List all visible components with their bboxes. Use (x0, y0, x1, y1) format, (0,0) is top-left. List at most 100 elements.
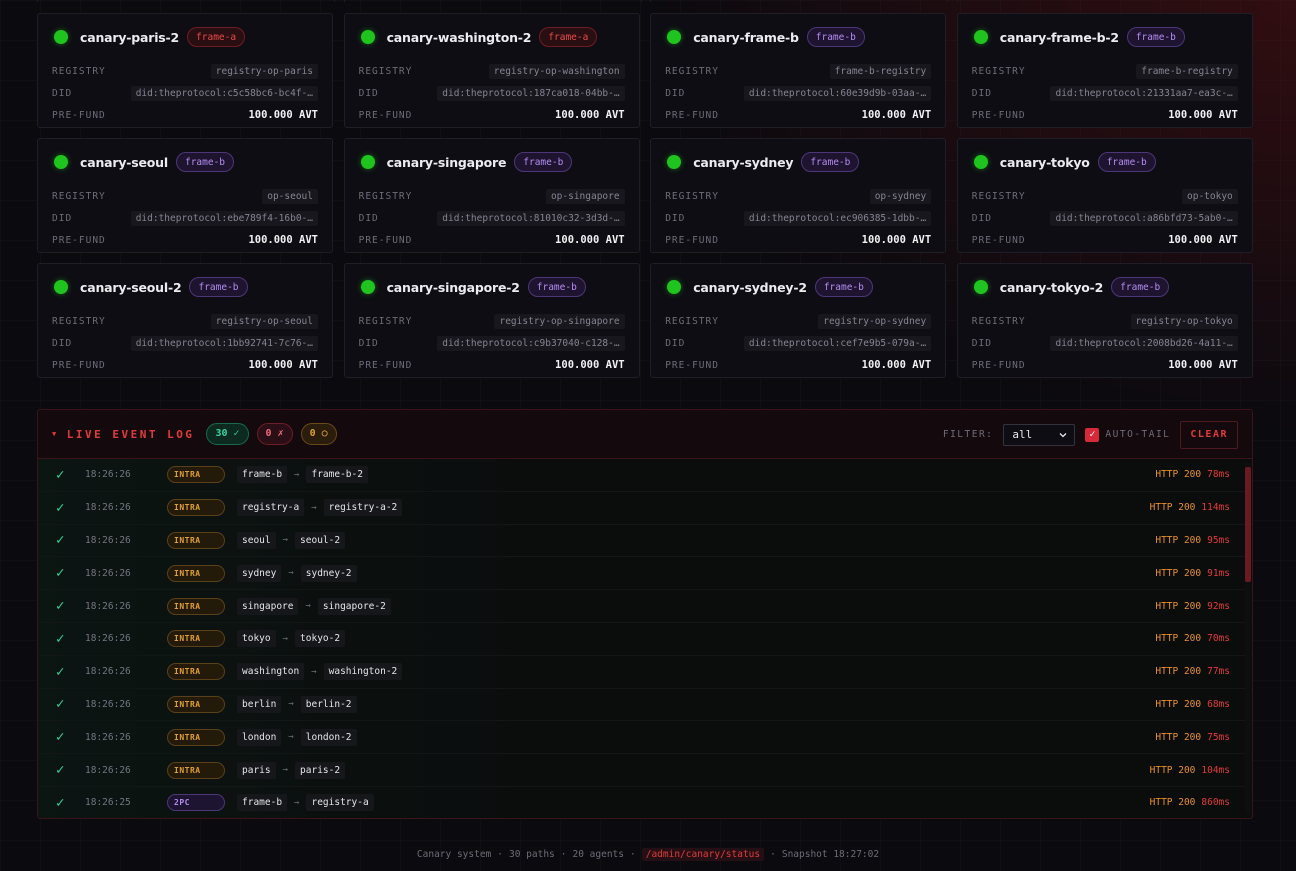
autotail-checkbox[interactable]: ✓ (1085, 427, 1100, 442)
agent-card[interactable]: canary-frame-b frame-b REGISTRY frame-b-… (650, 13, 947, 128)
event-row[interactable]: ✓ 18:26:26 INTRA berlin → berlin-2 HTTP … (38, 689, 1252, 722)
event-source: seoul (237, 531, 276, 549)
prefund-label: PRE-FUND (52, 359, 106, 371)
registry-row: REGISTRY op-seoul (52, 185, 318, 207)
did-row: DID did:theprotocol:21331aa7-ea3c-… (972, 82, 1238, 104)
prefund-row: PRE-FUND 100.000 AVT (972, 104, 1238, 126)
agent-card[interactable]: canary-washington-2 frame-a REGISTRY reg… (343, 13, 640, 128)
agent-card[interactable]: canary-tokyo-2 frame-b REGISTRY registry… (956, 263, 1253, 378)
log-title[interactable]: ▼ LIVE EVENT LOG (52, 428, 194, 441)
event-result: HTTP 200 860ms (1150, 797, 1230, 808)
event-result: HTTP 200 104ms (1150, 765, 1230, 776)
success-check-icon: ✓ (56, 696, 65, 713)
event-kind-badge: INTRA (167, 663, 225, 681)
registry-label: REGISTRY (971, 65, 1026, 77)
event-latency: 860ms (1201, 797, 1230, 809)
agent-card[interactable]: canary-frame-b-2 frame-b REGISTRY frame-… (956, 13, 1253, 128)
status-dot-icon (973, 280, 988, 294)
frame-badge: frame-b (527, 277, 586, 297)
event-row[interactable]: ✓ 18:26:26 INTRA seoul → seoul-2 HTTP 20… (38, 525, 1252, 558)
did-row: DID did:theprotocol:c9b37040-c128-… (359, 332, 625, 354)
registry-label: REGISTRY (358, 65, 413, 77)
event-latency: 91ms (1207, 567, 1230, 579)
arrow-right-icon: → (305, 601, 311, 612)
footer-agents: 20 agents (572, 849, 624, 860)
event-kind-badge: INTRA (167, 597, 225, 615)
did-value: did:theprotocol:1bb92741-7c76-… (130, 335, 318, 351)
event-row[interactable]: ✓ 18:26:26 INTRA registry-a → registry-a… (38, 492, 1252, 525)
registry-label: REGISTRY (665, 315, 719, 327)
event-kind-badge: INTRA (167, 761, 225, 779)
event-source: london (237, 728, 282, 746)
did-label: DID (358, 87, 379, 99)
agent-card[interactable]: canary-sydney-2 frame-b REGISTRY registr… (650, 263, 947, 378)
prefund-value: 100.000 AVT (248, 109, 318, 121)
footer-endpoint-link[interactable]: /admin/canary/status (641, 848, 765, 861)
registry-label: REGISTRY (52, 315, 106, 327)
event-row[interactable]: ✓ 18:26:25 2PC frame-b → registry-a HTTP… (38, 787, 1252, 818)
clear-button[interactable]: CLEAR (1180, 420, 1238, 449)
frame-badge: frame-b (806, 27, 865, 47)
event-row[interactable]: ✓ 18:26:26 INTRA singapore → singapore-2… (38, 590, 1252, 623)
registry-row: REGISTRY registry-op-sydney (665, 310, 932, 332)
event-row[interactable]: ✓ 18:26:26 INTRA tokyo → tokyo-2 HTTP 20… (38, 623, 1252, 656)
event-row[interactable]: ✓ 18:26:26 INTRA sydney → sydney-2 HTTP … (38, 557, 1252, 591)
registry-row: REGISTRY registry-op-tokyo (972, 310, 1238, 332)
status-dot-icon (54, 155, 68, 169)
prefund-label: PRE-FUND (971, 109, 1026, 121)
frame-badge: frame-b (1097, 152, 1156, 172)
event-source: washington (237, 663, 305, 681)
footer-system: Canary system (416, 849, 492, 860)
event-result: HTTP 200 91ms (1155, 568, 1230, 579)
did-label: DID (971, 87, 992, 99)
event-list[interactable]: ✓ 18:26:26 INTRA frame-b → frame-b-2 HTT… (38, 459, 1252, 818)
registry-label: REGISTRY (52, 65, 106, 77)
did-value: did:theprotocol:ec906385-1dbb-… (743, 210, 932, 226)
did-value: did:theprotocol:81010c32-3d3d-… (437, 210, 625, 226)
agent-card[interactable]: canary-seoul frame-b REGISTRY op-seoul D… (37, 138, 333, 253)
frame-badge: frame-b (189, 277, 248, 297)
collapse-triangle-icon[interactable]: ▼ (52, 430, 59, 438)
agent-card[interactable]: canary-seoul-2 frame-b REGISTRY registry… (37, 263, 333, 378)
agent-name: canary-frame-b (693, 29, 799, 45)
event-http-status: HTTP 200 (1155, 469, 1202, 481)
agent-card[interactable]: canary-paris-2 frame-a REGISTRY registry… (37, 13, 333, 128)
agent-card[interactable]: canary-tokyo frame-b REGISTRY op-tokyo D… (956, 138, 1253, 253)
agent-card[interactable]: canary-singapore-2 frame-b REGISTRY regi… (343, 263, 640, 378)
prefund-label: PRE-FUND (358, 234, 413, 246)
event-row[interactable]: ✓ 18:26:26 INTRA london → london-2 HTTP … (38, 721, 1252, 755)
event-row[interactable]: ✓ 18:26:26 INTRA washington → washington… (38, 656, 1252, 689)
status-dot-icon (54, 280, 68, 294)
event-result: HTTP 200 77ms (1155, 666, 1230, 677)
arrow-right-icon: → (288, 699, 294, 710)
status-dot-icon (360, 280, 375, 294)
event-source: sydney (237, 564, 282, 582)
prefund-label: PRE-FUND (52, 109, 106, 121)
event-row[interactable]: ✓ 18:26:26 INTRA frame-b → frame-b-2 HTT… (38, 459, 1252, 492)
arrow-right-icon: → (294, 797, 300, 808)
did-value: did:theprotocol:c5c58bc6-bc4f-… (130, 85, 318, 101)
registry-row: REGISTRY registry-op-seoul (52, 310, 318, 332)
agent-card-header: canary-tokyo-2 frame-b (972, 264, 1238, 310)
agent-card[interactable]: canary-sydney frame-b REGISTRY op-sydney… (650, 138, 947, 253)
agent-name: canary-sydney (693, 154, 794, 170)
prefund-value: 100.000 AVT (861, 359, 932, 371)
scrollbar-thumb[interactable] (1245, 467, 1251, 582)
registry-row: REGISTRY registry-op-washington (359, 60, 625, 82)
event-target: sydney-2 (300, 564, 357, 582)
event-kind-badge: INTRA (167, 466, 225, 484)
prefund-row: PRE-FUND 100.000 AVT (359, 229, 625, 251)
agent-card[interactable]: canary-singapore frame-b REGISTRY op-sin… (343, 138, 640, 253)
filter-select[interactable]: all (1003, 423, 1076, 446)
event-time: 18:26:26 (85, 534, 131, 546)
footer-snapshot: Snapshot 18:27:02 (781, 849, 880, 860)
agent-name: canary-paris-2 (80, 29, 180, 45)
did-label: DID (665, 212, 686, 224)
event-row[interactable]: ✓ 18:26:26 INTRA paris → paris-2 HTTP 20… (38, 754, 1252, 787)
event-kind-badge: INTRA (167, 531, 225, 549)
event-latency: 68ms (1207, 698, 1230, 710)
did-label: DID (52, 337, 73, 349)
registry-row: REGISTRY op-singapore (359, 185, 625, 207)
arrow-right-icon: → (288, 732, 294, 743)
event-http-status: HTTP 200 (1155, 633, 1202, 645)
